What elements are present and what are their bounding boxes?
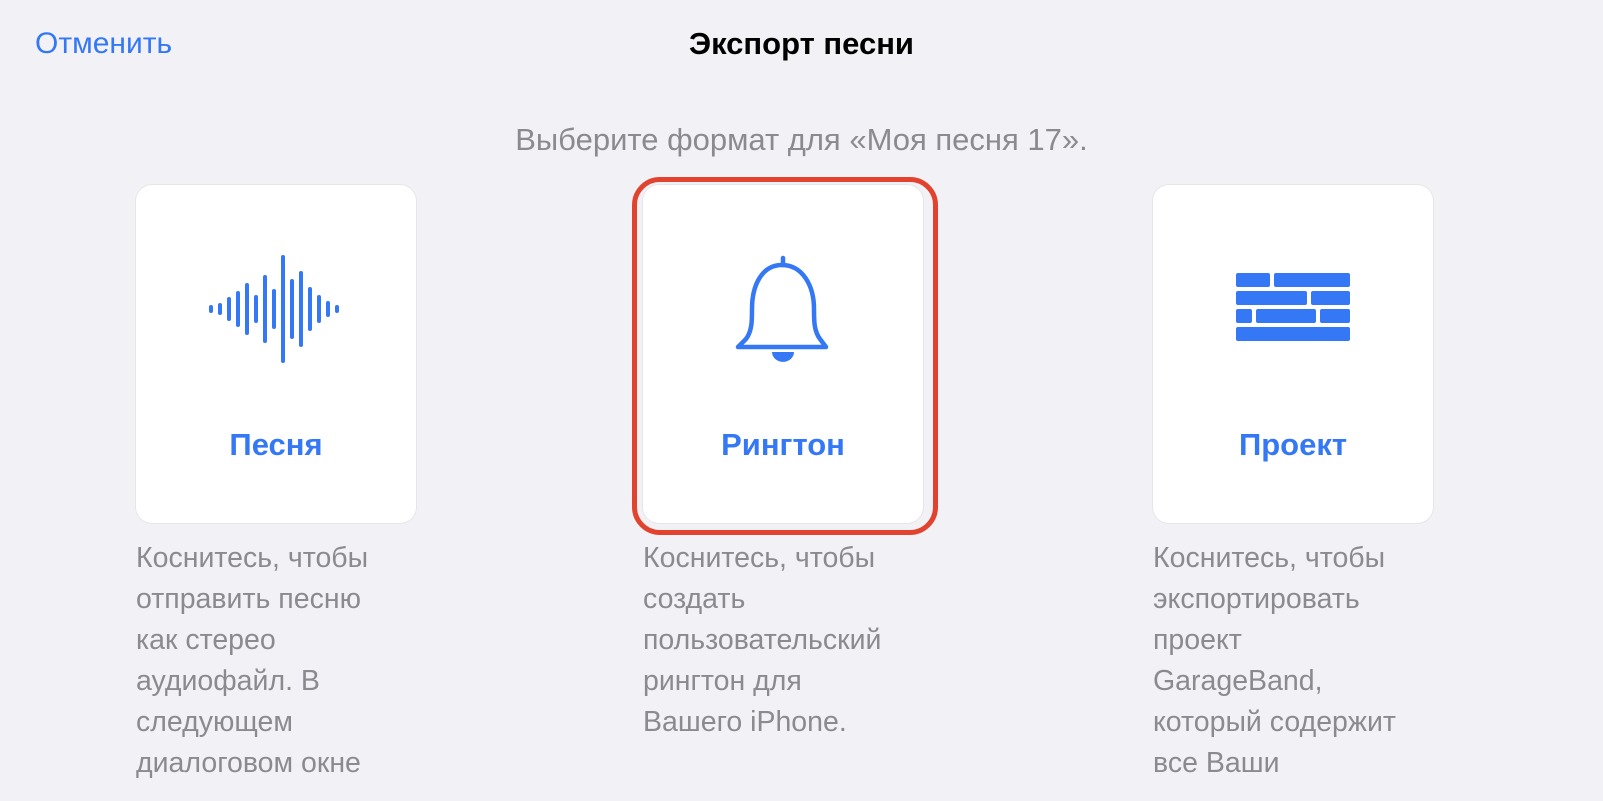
song-card[interactable]: Песня [136,185,416,523]
song-description: Коснитесь, чтобы отправить песню как сте… [136,542,369,779]
export-song-screen: Отменить Экспорт песни Выберите формат д… [0,0,1603,801]
ringtone-label: Рингтон [721,427,845,462]
project-card[interactable]: Проект [1153,185,1433,523]
bricks-icon [1223,255,1363,365]
waveform-icon [206,255,346,365]
project-label: Проект [1238,427,1348,462]
option-project: Проект Коснитесь, чтобы экспортировать п… [1153,185,1433,784]
bell-icon [713,255,853,365]
option-song: Песня Коснитесь, чтобы отправить песню к… [136,185,416,784]
project-description: Коснитесь, чтобы экспортировать проект G… [1153,542,1396,779]
option-ringtone: Рингтон Коснитесь, чтобы создать пользов… [643,185,923,743]
song-label: Песня [229,427,323,462]
page-title: Экспорт песни [689,26,914,61]
format-prompt: Выберите формат для «Моя песня 17». [515,122,1088,157]
ringtone-card[interactable]: Рингтон [643,185,923,523]
ringtone-description: Коснитесь, чтобы создать пользовательски… [643,542,882,738]
